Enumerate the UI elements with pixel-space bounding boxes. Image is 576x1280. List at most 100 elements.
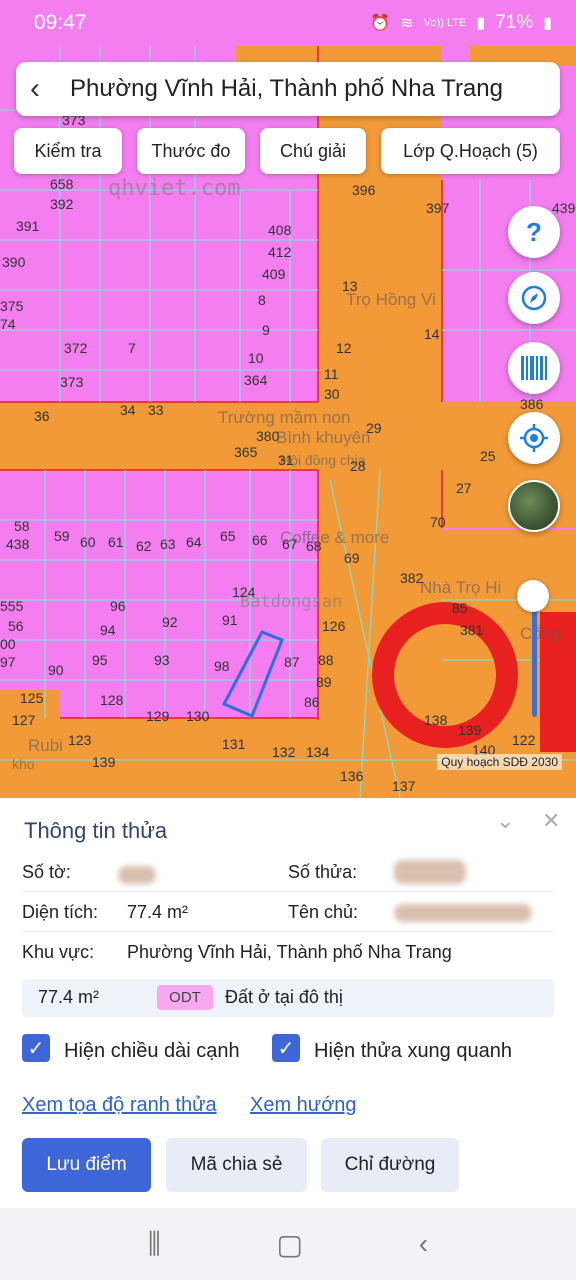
- parcel-number-label: 364: [244, 372, 268, 388]
- parcel-number-label: 34: [120, 402, 136, 418]
- location-bar[interactable]: ‹ Phường Vĩnh Hải, Thành phố Nha Trang: [16, 62, 560, 116]
- parcel-number-label: 409: [262, 266, 286, 282]
- parcel-number-label: 438: [6, 536, 30, 552]
- parcel-number-label: 139: [458, 722, 482, 738]
- parcel-number-label: 88: [318, 652, 334, 668]
- parcel-number-label: 74: [0, 316, 16, 332]
- parcel-number-label: 27: [456, 480, 472, 496]
- parcel-number-label: 90: [48, 662, 64, 678]
- parcel-number-label: 31: [278, 452, 294, 468]
- parcel-number-label: 13: [342, 278, 358, 294]
- land-use-area: 77.4 m²: [38, 987, 100, 1007]
- parcel-number-label: 86: [304, 694, 320, 710]
- parcel-number-label: 7: [128, 340, 136, 356]
- parcel-number-label: 59: [54, 528, 70, 544]
- parcel-number-label: 96: [110, 598, 126, 614]
- parcel-number-label: 123: [68, 732, 92, 748]
- parcel-number-label: 56: [8, 618, 24, 634]
- parcel-number-label: 97: [0, 654, 16, 670]
- parcel-number-label: 64: [186, 534, 202, 550]
- area-owner-row: Diện tích: 77.4 m² Tên chủ:: [22, 894, 554, 932]
- view-direction-link[interactable]: Xem hướng: [250, 1094, 357, 1117]
- poi-label: Trường mầm non: [218, 408, 351, 427]
- parcel-number-redacted: [394, 860, 466, 884]
- legend-button[interactable]: Chú giải: [260, 128, 366, 174]
- parcel-number-label: 128: [100, 692, 124, 708]
- close-icon[interactable]: ✕: [542, 808, 560, 834]
- panel-title: Thông tin thửa: [24, 818, 168, 843]
- sheet-number-label: Số tờ:: [22, 862, 71, 882]
- parcel-number-label: 412: [268, 244, 292, 260]
- parcel-number-label: 85: [452, 600, 468, 616]
- chevron-down-icon[interactable]: ⌄: [496, 808, 514, 834]
- parcel-number-label: 68: [306, 538, 322, 554]
- parcel-number-label: 408: [268, 222, 292, 238]
- map-footer: Quy hoạch SDĐ 2030: [437, 754, 562, 770]
- map-watermark-site: qhviet.com: [108, 176, 241, 201]
- parcel-info-panel: Thông tin thửa ⌄ ✕ Số tờ: Số thửa: Diện …: [0, 798, 576, 1208]
- parcel-number-label: 390: [2, 254, 26, 270]
- poi-label: Trọ Hồng Vi: [346, 290, 436, 309]
- my-location-icon[interactable]: [508, 412, 560, 464]
- opacity-slider-handle[interactable]: [517, 580, 549, 612]
- save-point-button[interactable]: Lưu điểm: [22, 1138, 151, 1192]
- parcel-number-label: 94: [100, 622, 116, 638]
- neighbors-checkbox[interactable]: ✓: [272, 1034, 300, 1062]
- parcel-number-label: 89: [316, 674, 332, 690]
- compass-icon[interactable]: [508, 272, 560, 324]
- home-icon[interactable]: ▢: [277, 1228, 303, 1261]
- parcel-number-label: 139: [92, 754, 116, 770]
- barcode-icon[interactable]: [508, 342, 560, 394]
- parcel-number-label: 136: [340, 768, 364, 784]
- wifi-icon: ≋: [400, 15, 414, 32]
- battery-percent: 71%: [495, 12, 534, 33]
- parcel-number-label: 125: [20, 690, 44, 706]
- help-icon[interactable]: ?: [508, 206, 560, 258]
- parcel-number-label: 92: [162, 614, 178, 630]
- directions-button[interactable]: Chỉ đường: [321, 1138, 459, 1192]
- poi-label: Nhà Trọ Hi: [420, 578, 502, 597]
- parcel-number-label: 124: [232, 584, 256, 600]
- parcel-number-label: 67: [282, 536, 298, 552]
- edge-length-label: Hiện chiều dài cạnh: [64, 1040, 240, 1062]
- volte-icon: Vo)) LTE: [423, 17, 467, 29]
- region-label: Khu vực:: [22, 942, 95, 962]
- parcel-number-label: 36: [34, 408, 50, 424]
- map-graphics: [0, 0, 576, 798]
- parcel-number-label: 375: [0, 298, 24, 314]
- battery-icon: ▮: [543, 15, 552, 32]
- signal-icon: ▮: [476, 15, 486, 32]
- share-code-button[interactable]: Mã chia sẻ: [166, 1138, 307, 1192]
- parcel-number-label: 14: [424, 326, 440, 342]
- neighbors-label: Hiện thửa xung quanh: [314, 1040, 512, 1062]
- parcel-number-label: 381: [460, 622, 484, 638]
- satellite-layer-icon[interactable]: [508, 480, 560, 532]
- back-icon[interactable]: ‹: [30, 74, 70, 104]
- parcel-number-label: 33: [148, 402, 164, 418]
- parcel-number-label: 87: [284, 654, 300, 670]
- edge-length-checkbox[interactable]: ✓: [22, 1034, 50, 1062]
- check-button[interactable]: Kiểm tra: [14, 128, 122, 174]
- land-use-code-badge: ODT: [157, 985, 213, 1010]
- parcel-number-label: 93: [154, 652, 170, 668]
- parcel-number-label: 396: [352, 182, 376, 198]
- planning-map[interactable]: qhviet.com Batdongsan Trọ Hồng Vi Trường…: [0, 0, 576, 798]
- land-use-row: 77.4 m² ODT Đất ở tại đô thị: [22, 979, 554, 1017]
- parcel-number-label: 25: [480, 448, 496, 464]
- parcel-number-label: 382: [400, 570, 424, 586]
- parcel-number-label: 29: [366, 420, 382, 436]
- parcel-number-label: 10: [248, 350, 264, 366]
- recent-apps-icon[interactable]: ⫼: [148, 1228, 161, 1261]
- poi-label: Bình khuyên: [276, 428, 371, 447]
- back-nav-icon[interactable]: ‹: [419, 1228, 428, 1260]
- parcel-number-label: Số thửa:: [288, 862, 358, 882]
- sheet-number-redacted: [118, 866, 156, 884]
- poi-label: kho: [12, 756, 35, 772]
- view-coordinates-link[interactable]: Xem tọa độ ranh thửa: [22, 1094, 217, 1117]
- planning-layers-button[interactable]: Lớp Q.Hoạch (5): [381, 128, 560, 174]
- parcel-number-label: 66: [252, 532, 268, 548]
- measure-button[interactable]: Thước đo: [137, 128, 245, 174]
- parcel-number-label: 439: [552, 200, 576, 216]
- parcel-number-label: 9: [262, 322, 270, 338]
- parcel-number-label: 373: [60, 374, 84, 390]
